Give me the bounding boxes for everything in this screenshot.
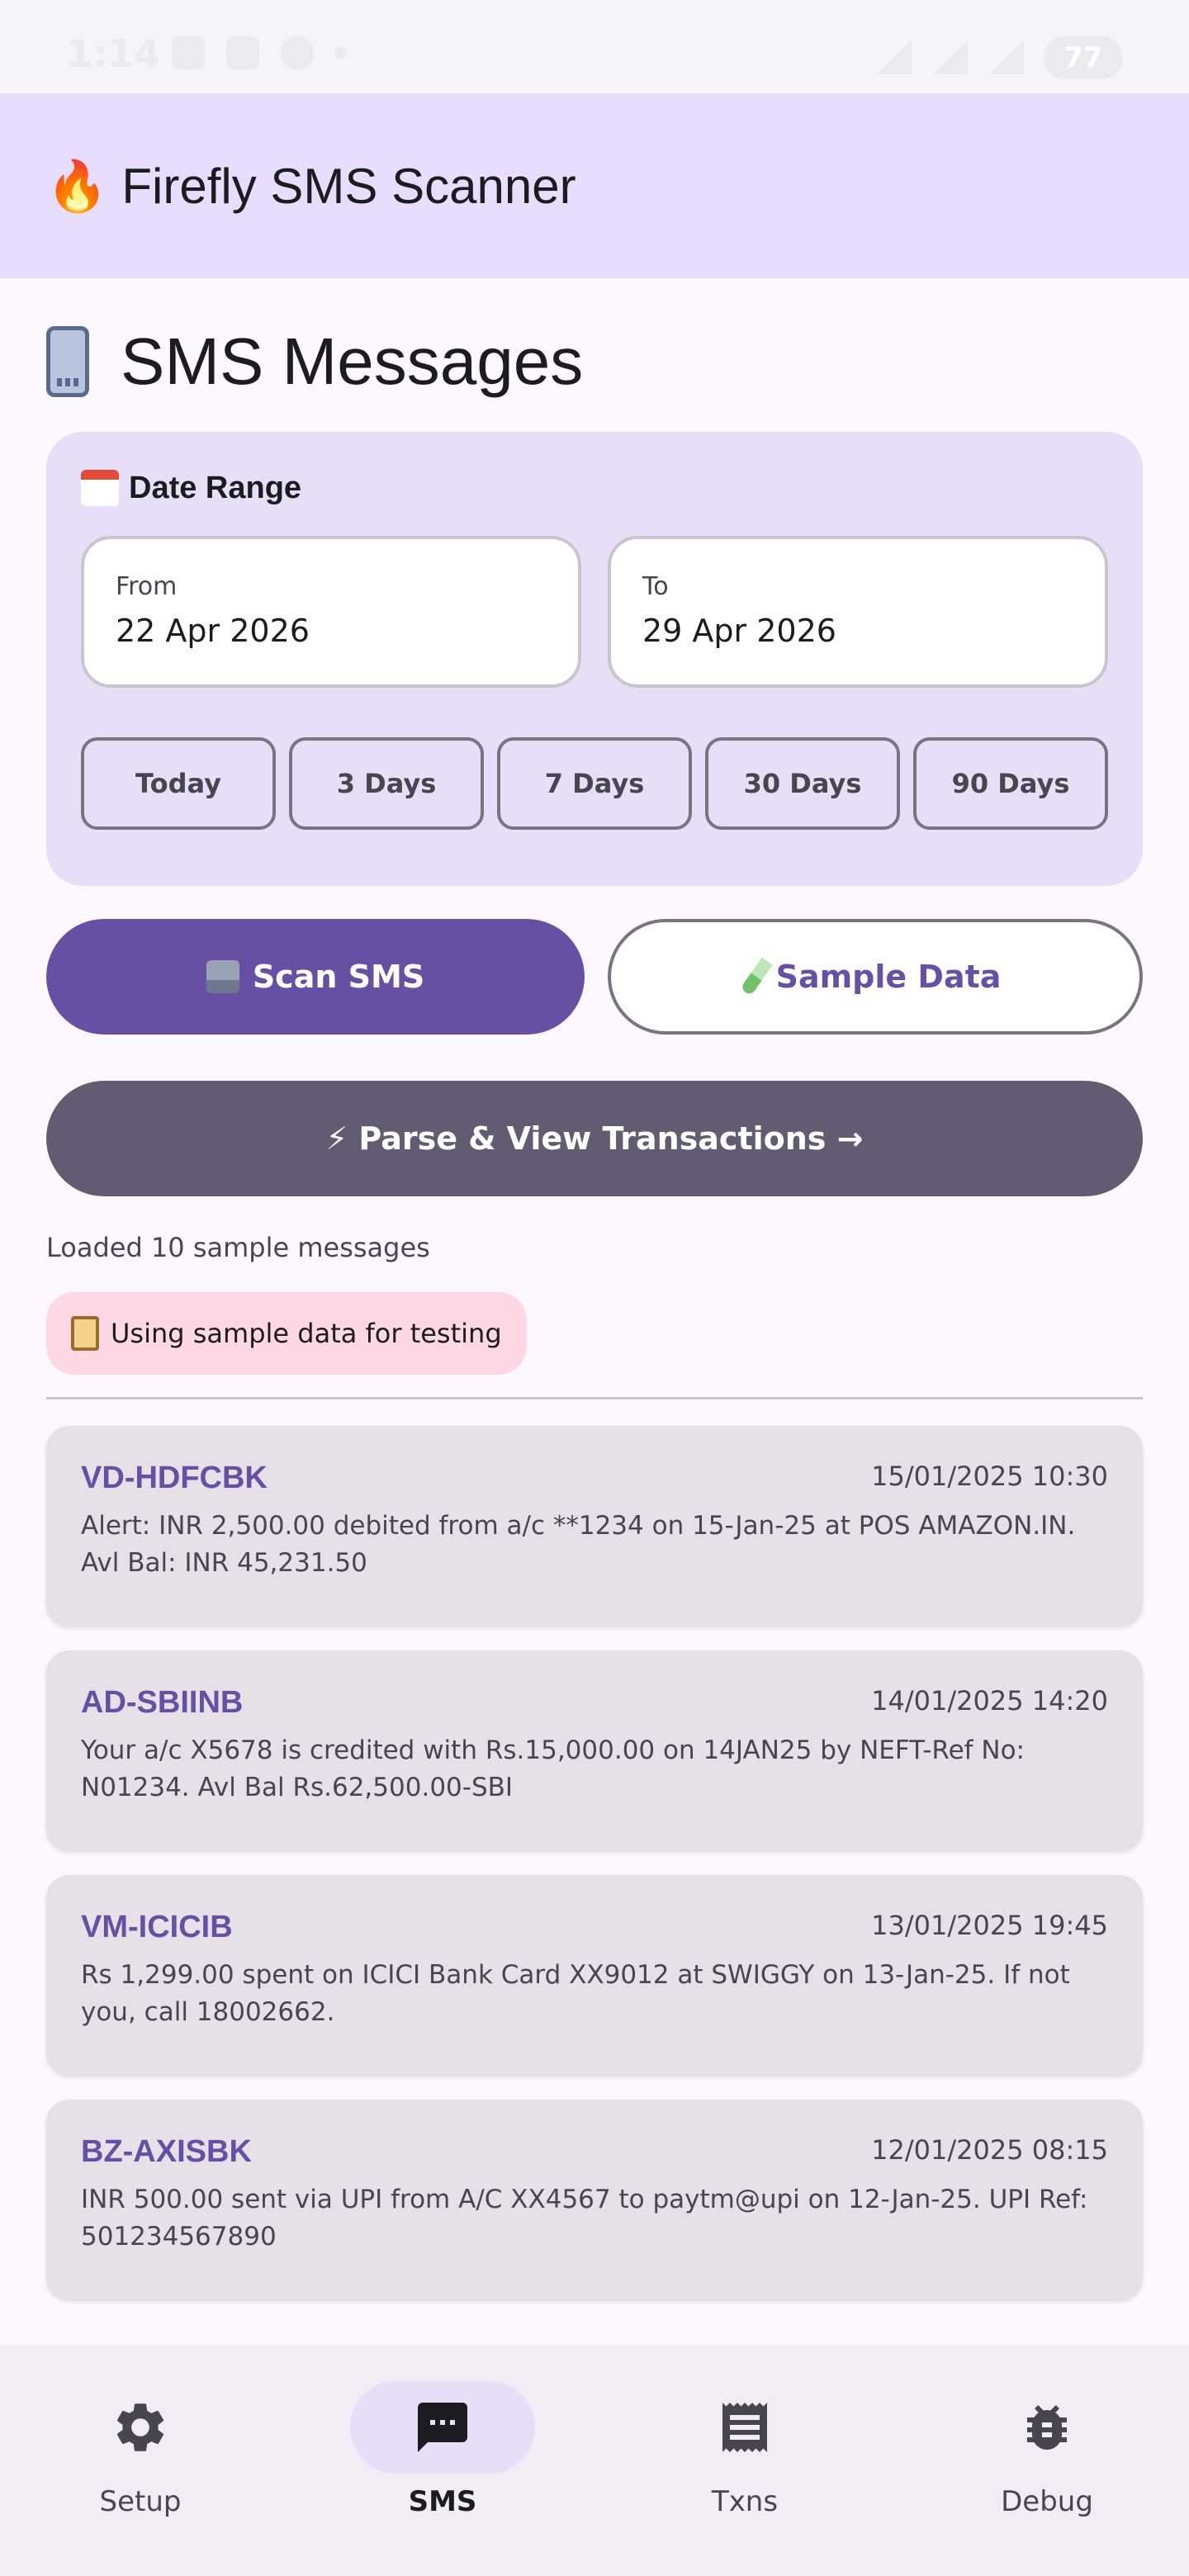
app-bar: 🔥 Firefly SMS Scanner (0, 93, 1189, 278)
app-title: 🔥 Firefly SMS Scanner (46, 158, 576, 214)
status-time: 1:14 (66, 31, 161, 76)
page-title: SMS Messages (46, 324, 583, 400)
signal-icon (931, 41, 968, 74)
nav-indicator (350, 2381, 535, 2474)
message-card[interactable]: VD-HDFCBK 15/01/2025 10:30 Alert: INR 2,… (46, 1426, 1143, 1626)
more-notifications-icon (335, 47, 347, 59)
message-card[interactable]: AD-SBIINB 14/01/2025 14:20 Your a/c X567… (46, 1650, 1143, 1850)
preset-30-days-chip[interactable]: 30 Days (705, 737, 900, 830)
signal-icon (988, 41, 1024, 74)
message-card[interactable]: VM-ICICIB 13/01/2025 19:45 Rs 1,299.00 s… (46, 1875, 1143, 2075)
date-range-heading-text: Date Range (129, 470, 302, 505)
message-time: 14/01/2025 14:20 (871, 1685, 1108, 1717)
test-tube-icon (739, 957, 773, 997)
battery-icon: 77 (1044, 36, 1123, 79)
date-range-heading: Date Range (81, 470, 301, 506)
to-date-value: 29 Apr 2026 (642, 613, 836, 649)
preset-7-days-chip[interactable]: 7 Days (497, 737, 692, 830)
to-date-field[interactable]: To 29 Apr 2026 (608, 536, 1108, 688)
clipboard-icon (71, 1316, 99, 1351)
sample-data-button[interactable]: Sample Data (608, 919, 1143, 1035)
nav-item-txns[interactable]: Txns (637, 2381, 852, 2518)
inbox-tray-icon (206, 960, 239, 993)
app-notification-icon (226, 36, 259, 69)
page-title-text: SMS Messages (121, 324, 584, 398)
gear-icon (116, 2403, 164, 2451)
message-body: Your a/c X5678 is credited with Rs.15,00… (81, 1735, 1026, 1802)
nav-item-debug[interactable]: Debug (940, 2381, 1154, 2518)
date-preset-chips: Today 3 Days 7 Days 30 Days 90 Days (81, 737, 1108, 830)
preset-90-days-chip[interactable]: 90 Days (913, 737, 1108, 830)
nav-item-sms[interactable]: SMS (335, 2381, 550, 2518)
parse-transactions-button[interactable]: ⚡ Parse & View Transactions → (46, 1081, 1143, 1196)
scan-sms-button[interactable]: Scan SMS (46, 919, 585, 1035)
date-range-card: Date Range From 22 Apr 2026 To 29 Apr 20… (46, 432, 1143, 886)
divider (46, 1397, 1143, 1399)
nav-label-debug: Debug (1001, 2485, 1093, 2518)
nav-item-setup[interactable]: Setup (33, 2381, 248, 2518)
bottom-navigation: Setup SMS Txns Debug (0, 2345, 1189, 2576)
message-time: 15/01/2025 10:30 (871, 1461, 1108, 1492)
message-list: VD-HDFCBK 15/01/2025 10:30 Alert: INR 2,… (46, 1426, 1143, 2324)
message-time: 12/01/2025 08:15 (871, 2134, 1108, 2166)
sample-data-label: Sample Data (775, 959, 1002, 995)
calendar-icon (81, 470, 119, 506)
load-status-text: Loaded 10 sample messages (46, 1232, 430, 1263)
sample-data-badge-text: Using sample data for testing (111, 1318, 502, 1349)
notification-icons (172, 36, 347, 69)
nav-indicator (652, 2381, 837, 2474)
receipt-icon (722, 2403, 767, 2452)
from-date-field[interactable]: From 22 Apr 2026 (81, 536, 581, 688)
bug-icon (1027, 2405, 1067, 2450)
from-date-value: 22 Apr 2026 (116, 613, 310, 649)
to-date-label: To (642, 572, 669, 601)
message-body: Rs 1,299.00 spent on ICICI Bank Card XX9… (81, 1960, 1070, 2027)
message-icon (418, 2403, 467, 2452)
preset-today-chip[interactable]: Today (81, 737, 276, 830)
system-icons: 77 (875, 36, 1123, 79)
parse-transactions-label: ⚡ Parse & View Transactions → (325, 1120, 864, 1157)
app-notification-icon (281, 36, 314, 69)
sample-data-badge: Using sample data for testing (46, 1292, 527, 1375)
message-card[interactable]: BZ-AXISBK 12/01/2025 08:15 INR 500.00 se… (46, 2100, 1143, 2299)
message-body: INR 500.00 sent via UPI from A/C XX4567 … (81, 2185, 1088, 2252)
nav-label-txns: Txns (711, 2485, 779, 2518)
preset-3-days-chip[interactable]: 3 Days (289, 737, 484, 830)
nav-indicator (48, 2381, 233, 2474)
message-body: Alert: INR 2,500.00 debited from a/c **1… (81, 1511, 1076, 1578)
nav-indicator (955, 2381, 1139, 2474)
status-bar: 1:14 77 (0, 0, 1189, 93)
nav-label-sms: SMS (408, 2485, 477, 2518)
wifi-icon (875, 41, 912, 74)
screenshot-icon (172, 36, 205, 69)
message-time: 13/01/2025 19:45 (871, 1910, 1108, 1941)
scan-sms-label: Scan SMS (252, 959, 425, 995)
from-date-label: From (116, 572, 178, 601)
phone-icon (46, 326, 89, 397)
nav-label-setup: Setup (99, 2485, 182, 2518)
